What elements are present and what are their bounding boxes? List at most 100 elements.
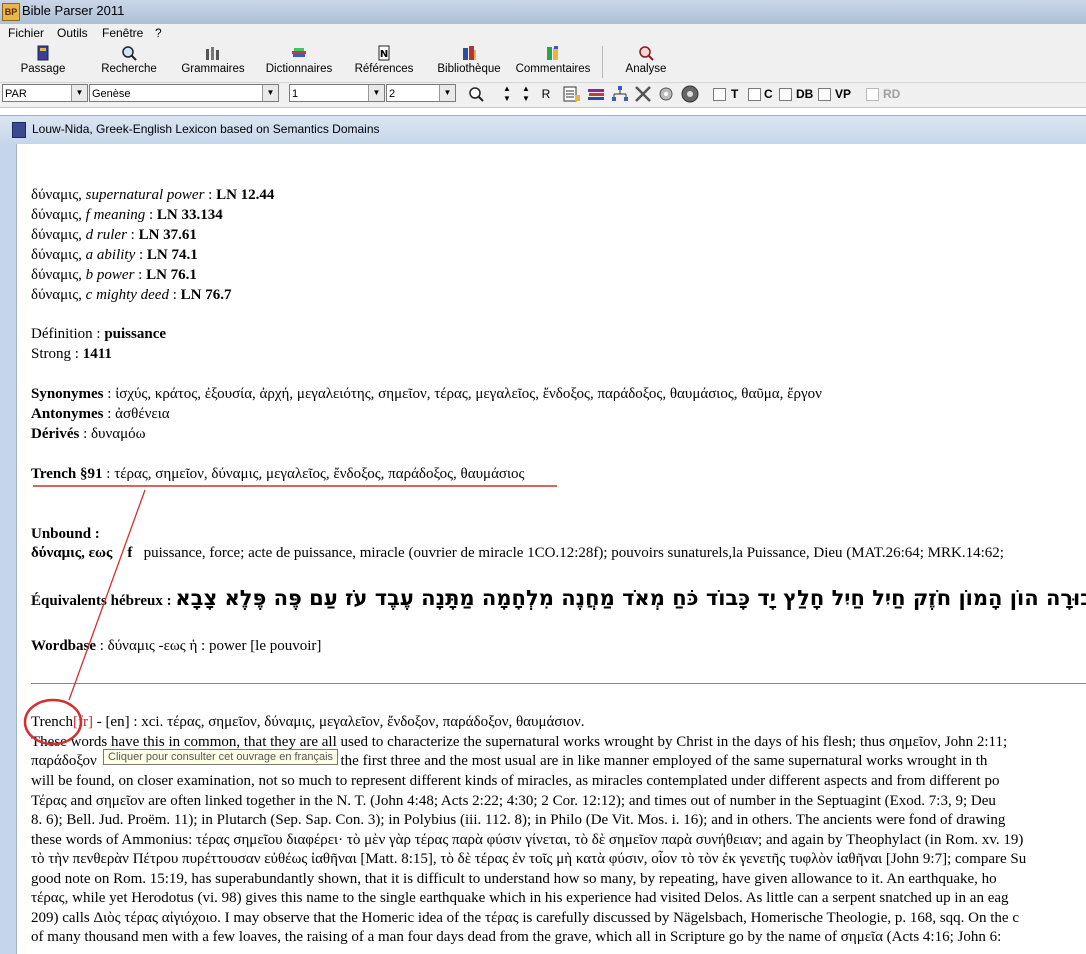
chevron-up-icon[interactable]: ▲ xyxy=(497,84,517,94)
parse-icon[interactable] xyxy=(562,84,582,104)
passage-label: Passage xyxy=(20,63,66,75)
commentary-icon xyxy=(547,46,558,60)
svg-text:N: N xyxy=(380,49,388,60)
analyse-label: Analyse xyxy=(625,63,667,75)
lexicon-entry: δύναμις, c mighty deed : LN 76.7 xyxy=(31,287,232,303)
unbound-line: δύναμις, εως f puissance, force; acte de… xyxy=(31,545,1004,561)
gear-icon[interactable] xyxy=(656,84,676,104)
checkbox-t[interactable] xyxy=(713,88,726,101)
columns-icon xyxy=(206,47,219,60)
trench-text-line: these words of Ammonius: τέρας σημεῖου δ… xyxy=(31,832,1024,848)
chevron-up-icon[interactable]: ▲ xyxy=(516,84,536,94)
verse-select[interactable]: 2 ▼ xyxy=(386,84,456,102)
book-value: Genèse xyxy=(92,88,131,100)
tree-icon[interactable] xyxy=(610,84,630,104)
window-frame xyxy=(0,144,17,954)
up-down-stepper-2[interactable]: ▲ ▼ xyxy=(516,84,536,104)
lexicon-content: δύναμις, supernatural power : LN 12.44 δ… xyxy=(17,144,1086,954)
chevron-down-icon[interactable]: ▼ xyxy=(71,85,87,101)
trench-text-line: 209) calls Διὸς τέρας αἰγιόχοιο. I may o… xyxy=(31,910,1020,926)
references-icon: N xyxy=(378,45,390,61)
synonymes-line: Synonymes : ἰσχύς, κράτος, ἐξουσία, ἀρχή… xyxy=(31,386,822,402)
chevron-down-icon[interactable]: ▼ xyxy=(262,85,278,101)
trench-reference-line[interactable]: Trench §91 : τέρας, σημεῖον, δύναμις, με… xyxy=(31,464,525,484)
references-button[interactable]: N Références xyxy=(352,44,416,80)
app-logo-icon: BP xyxy=(2,3,20,21)
library-icon xyxy=(463,46,476,60)
chevron-down-icon[interactable]: ▼ xyxy=(497,94,517,104)
lexicon-entry: δύναμις, b power : LN 76.1 xyxy=(31,267,197,283)
checkbox-vp[interactable] xyxy=(818,88,831,101)
commentaires-label: Commentaires xyxy=(515,63,591,75)
wordbase-line: Wordbase : δύναμις -εως ἡ : power [le po… xyxy=(31,638,322,654)
lexicon-entry: δύναμις, d ruler : LN 37.61 xyxy=(31,227,197,243)
checkbox-t-label: T xyxy=(731,87,739,101)
trench-text-line: 8. 6); Bell. Jud. Proëm. 11); in Plutarc… xyxy=(31,812,1006,828)
trench-en-link[interactable]: [en] xyxy=(105,714,129,730)
menu-help[interactable]: ? xyxy=(155,26,162,40)
chevron-down-icon[interactable]: ▼ xyxy=(368,85,384,101)
menu-fenetre[interactable]: Fenêtre xyxy=(102,26,143,40)
version-select[interactable]: PAR ▼ xyxy=(2,84,88,102)
title-bar: BP Bible Parser 2011 xyxy=(0,0,1086,25)
verse-value: 2 xyxy=(389,88,396,100)
trench-header-line: Trench[fr] - [en] : xci. τέρας, σημεῖον,… xyxy=(31,714,585,730)
grammaires-button[interactable]: Grammaires xyxy=(178,44,248,80)
trench-text-line: of many thousand men with a few loaves, … xyxy=(31,929,1002,945)
lexicon-entry: δύναμις, a ability : LN 74.1 xyxy=(31,247,198,263)
trench-text-line: τὸ τὴν πενθερὰν Πέτρου πυρέττουσαν εὐθέω… xyxy=(31,851,1027,867)
checkbox-db-label: DB xyxy=(796,87,814,101)
disk-icon[interactable] xyxy=(680,84,700,104)
derives-line: Dérivés : δυναμόω xyxy=(31,426,146,442)
checkbox-db[interactable] xyxy=(779,88,792,101)
bibliotheque-button[interactable]: Bibliothèque xyxy=(431,44,507,80)
analysis-icon xyxy=(639,46,654,61)
menu-outils[interactable]: Outils xyxy=(57,26,88,40)
commentaires-button[interactable]: Commentaires xyxy=(512,44,594,80)
toolbar-separator xyxy=(602,46,603,78)
trench-link[interactable]: Trench xyxy=(31,714,73,730)
divider xyxy=(31,683,1086,684)
trench-text-line: Τέρας and σημεῖον are often linked toget… xyxy=(31,793,996,809)
bibliotheque-label: Bibliothèque xyxy=(437,63,501,75)
trench-fr-link[interactable]: [fr] xyxy=(73,714,93,730)
grammaires-label: Grammaires xyxy=(181,63,245,75)
checkbox-rd-label: RD xyxy=(883,87,901,101)
trench-text-line: τέρας, while yet Herodotus (vi. 98) give… xyxy=(31,890,1009,906)
checkbox-rd[interactable] xyxy=(866,88,879,101)
trench-text-line: will be found, on closer examination, no… xyxy=(31,773,1000,789)
magnifier-icon xyxy=(469,87,484,102)
references-label: Références xyxy=(354,63,414,75)
search-verse-button[interactable] xyxy=(466,84,486,104)
book-select[interactable]: Genèse ▼ xyxy=(89,84,279,102)
main-toolbar: Passage Recherche Grammaires Dictionnair… xyxy=(0,42,1086,83)
menu-bar: Fichier Outils Fenêtre ? xyxy=(0,24,1086,42)
antonymes-line: Antonymes : ἀσθένεια xyxy=(31,406,170,422)
definition-line: Définition : puissance xyxy=(31,326,167,342)
chevron-down-icon[interactable]: ▼ xyxy=(516,94,536,104)
checkbox-vp-label: VP xyxy=(835,87,852,101)
app-title: Bible Parser 2011 xyxy=(22,3,125,18)
lexicon-entry: δύναμις, supernatural power : LN 12.44 xyxy=(31,187,275,203)
tools-icon[interactable] xyxy=(633,84,653,104)
chevron-down-icon[interactable]: ▼ xyxy=(439,85,455,101)
checkbox-c[interactable] xyxy=(748,88,761,101)
r-button[interactable]: R xyxy=(536,84,556,104)
menu-fichier[interactable]: Fichier xyxy=(8,26,44,40)
dictionnaires-button[interactable]: Dictionnaires xyxy=(261,44,337,80)
passage-button[interactable]: Passage xyxy=(14,44,72,80)
tooltip: Cliquer pour consulter cet ouvrage en fr… xyxy=(103,749,339,765)
analyse-button[interactable]: Analyse xyxy=(620,44,672,80)
dictionnaires-label: Dictionnaires xyxy=(265,63,333,75)
unbound-label: Unbound : xyxy=(31,526,100,542)
hebrew-line: Équivalents hébreux : גְּבוּרָה הוֹן הָמ… xyxy=(31,586,1086,610)
book-icon xyxy=(37,45,49,61)
dictionary-icon xyxy=(292,48,306,57)
recherche-button[interactable]: Recherche xyxy=(96,44,162,80)
up-down-stepper[interactable]: ▲ ▼ xyxy=(497,84,517,104)
lexicon-icon xyxy=(12,122,26,138)
chapter-select[interactable]: 1 ▼ xyxy=(289,84,385,102)
books-icon[interactable] xyxy=(586,84,606,104)
inner-window-titlebar: Louw-Nida, Greek-English Lexicon based o… xyxy=(0,115,1086,145)
recherche-label: Recherche xyxy=(101,63,157,75)
